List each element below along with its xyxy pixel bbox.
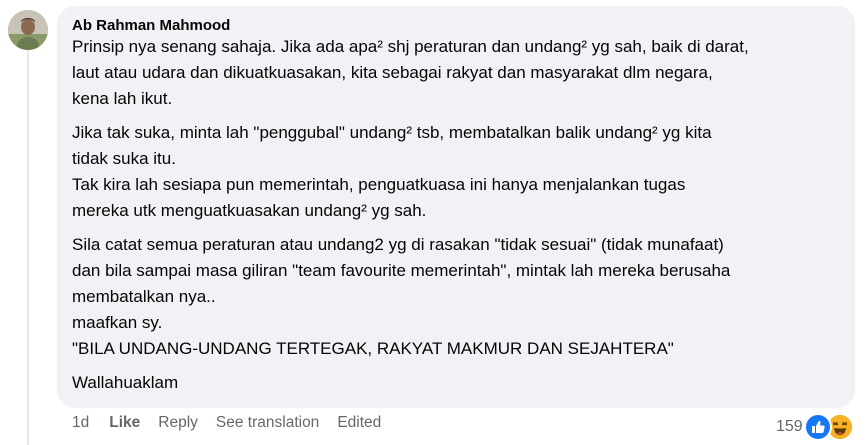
comment-paragraph: Jika tak suka, minta lah "penggubal" und…: [72, 120, 839, 224]
comment-line: tidak suka itu.: [72, 149, 176, 168]
comment-line: Sila catat semua peraturan atau undang2 …: [72, 235, 724, 254]
comment-paragraph: Prinsip nya senang sahaja. Jika ada apa²…: [72, 34, 839, 112]
comment-line: maafkan sy.: [72, 313, 163, 332]
see-translation-link[interactable]: See translation: [216, 414, 319, 432]
comment-paragraph: Wallahuaklam: [72, 370, 839, 396]
comment-bubble: Ab Rahman Mahmood Prinsip nya senang sah…: [57, 6, 855, 408]
comment-line: mereka utk menguatkuasakan undang² yg sa…: [72, 201, 427, 220]
comment-line: "BILA UNDANG-UNDANG TERTEGAK, RAKYAT MAK…: [72, 339, 674, 358]
avatar[interactable]: [8, 10, 48, 50]
like-icon: [803, 413, 832, 441]
comment-line: Wallahuaklam: [72, 373, 179, 392]
comment-line: dan bila sampai masa giliran "team favou…: [72, 261, 731, 280]
comment-thread: Ab Rahman Mahmood Prinsip nya senang sah…: [0, 0, 867, 445]
comment-paragraph: Sila catat semua peraturan atau undang2 …: [72, 232, 839, 362]
comment-line: kena lah ikut.: [72, 89, 173, 108]
author-name[interactable]: Ab Rahman Mahmood: [72, 16, 839, 36]
avatar-image: [8, 10, 48, 50]
comment-line: membatalkan nya..: [72, 287, 216, 306]
reaction-count: 159: [776, 418, 803, 435]
reply-button[interactable]: Reply: [158, 414, 198, 432]
reactions-summary[interactable]: 159: [776, 412, 854, 442]
comment-line: Tak kira lah sesiapa pun memerintah, pen…: [72, 175, 686, 194]
comment-line: laut atau udara dan dikuatkuasakan, kita…: [72, 63, 713, 82]
comment-line: Jika tak suka, minta lah "penggubal" und…: [72, 123, 712, 142]
comment-line: Prinsip nya senang sahaja. Jika ada apa²…: [72, 37, 749, 56]
thread-line: [27, 50, 29, 445]
comment-actions: 1d Like Reply See translation Edited: [72, 414, 399, 432]
like-button[interactable]: Like: [109, 414, 140, 432]
edited-label[interactable]: Edited: [337, 414, 381, 432]
timestamp-link[interactable]: 1d: [72, 414, 89, 432]
